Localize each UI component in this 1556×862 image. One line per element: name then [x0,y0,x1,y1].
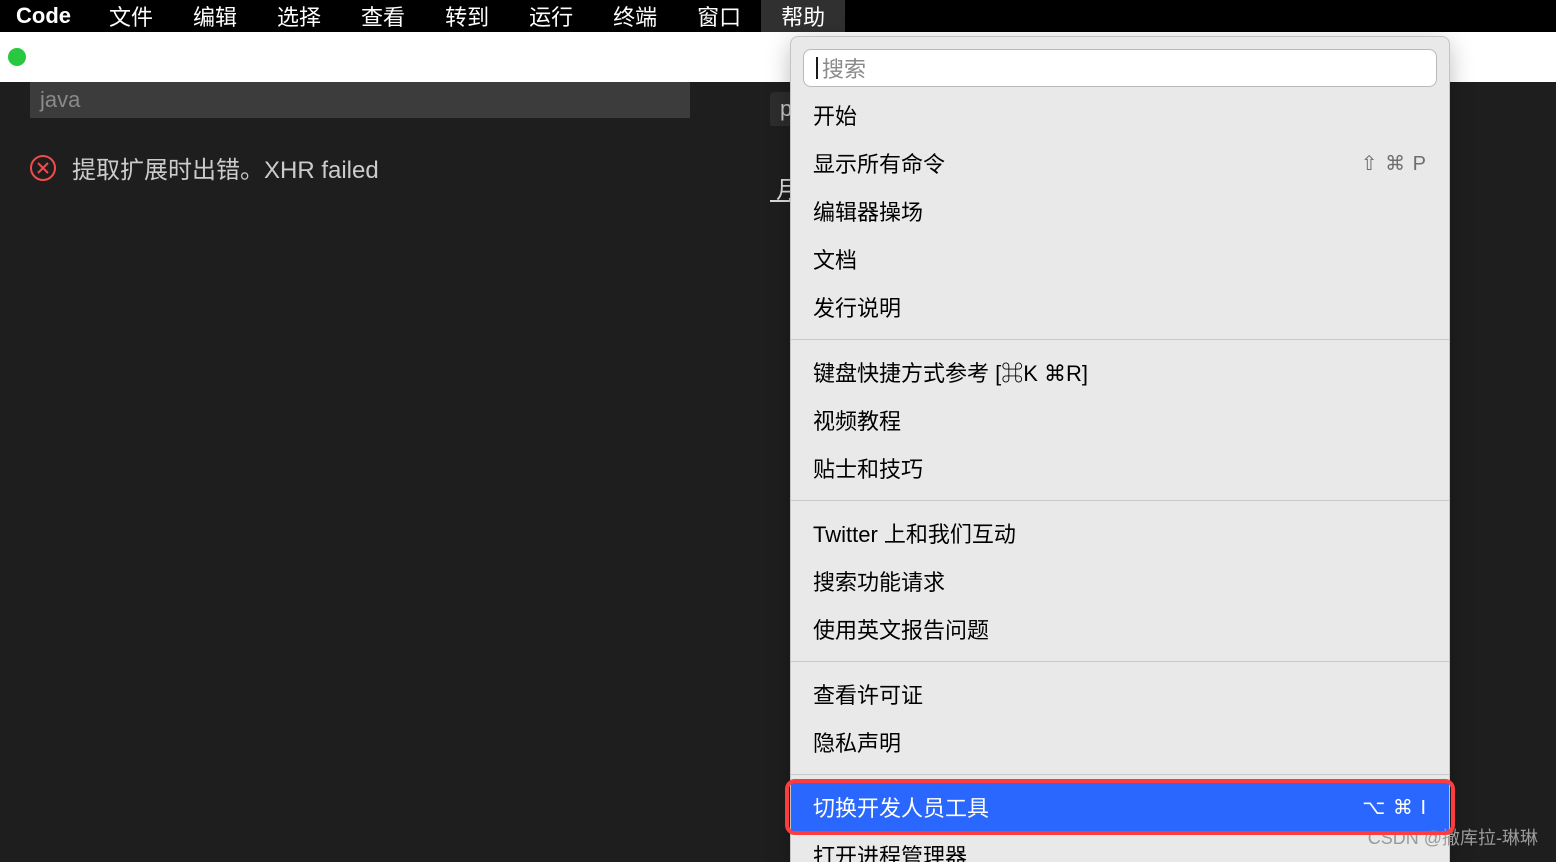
text-cursor [816,57,818,79]
help-menu-item-label: 搜索功能请求 [813,565,945,597]
help-menu-item[interactable]: 视频教程 [791,396,1449,444]
menu-separator [791,339,1449,340]
help-menu-item[interactable]: 开始 [791,91,1449,139]
help-menu-item-label: Twitter 上和我们互动 [813,517,1016,549]
help-menu-item-label: 贴士和技巧 [813,452,923,484]
help-menu-search-input[interactable]: 搜索 [803,49,1437,87]
watermark-text: CSDN @撒库拉-琳琳 [1368,824,1538,850]
error-icon [30,155,56,181]
help-menu-item[interactable]: 显示所有命令 ⇧ ⌘ P [791,139,1449,187]
help-menu-search-placeholder: 搜索 [822,52,866,84]
help-menu-dropdown: 搜索 开始显示所有命令 ⇧ ⌘ P 编辑器操场文档发行说明键盘快捷方式参考 [⌘K … [790,36,1450,862]
window-traffic-green[interactable] [8,48,26,66]
menu-separator [791,661,1449,662]
help-menu-item-label: 键盘快捷方式参考 [⌘K ⌘R] [813,356,1088,388]
error-message-row: 提取扩展时出错。XHR failed [30,150,379,185]
help-menu-item-label: 视频教程 [813,404,901,436]
help-menu-item-label: 查看许可证 [813,678,923,710]
error-message-text: 提取扩展时出错。XHR failed [72,150,379,185]
help-menu-item[interactable]: 隐私声明 [791,718,1449,766]
help-menu-item[interactable]: 键盘快捷方式参考 [⌘K ⌘R] [791,348,1449,396]
help-menu-item-label: 发行说明 [813,291,901,323]
help-menu-item[interactable]: 使用英文报告问题 [791,605,1449,653]
menu-item-6[interactable]: 终端 [593,0,677,36]
help-menu-item-label: 文档 [813,243,857,275]
help-menu-item-shortcut: ⌥ ⌘ I [1362,795,1427,820]
menu-item-7[interactable]: 窗口 [677,0,761,36]
menu-item-2[interactable]: 选择 [257,0,341,36]
help-menu-item[interactable]: Twitter 上和我们互动 [791,509,1449,557]
help-menu-item-label: 编辑器操场 [813,195,923,227]
help-menu-item[interactable]: 编辑器操场 [791,187,1449,235]
menu-item-3[interactable]: 查看 [341,0,425,36]
menu-item-0[interactable]: 文件 [89,0,173,36]
menu-separator [791,500,1449,501]
menu-item-5[interactable]: 运行 [509,0,593,36]
menubar: Code 文件编辑选择查看转到运行终端窗口帮助 [0,0,1556,32]
menu-separator [791,774,1449,775]
help-menu-item[interactable]: 搜索功能请求 [791,557,1449,605]
menu-item-4[interactable]: 转到 [425,0,509,36]
help-menu-item[interactable]: 文档 [791,235,1449,283]
help-menu-item[interactable]: 发行说明 [791,283,1449,331]
menu-item-8[interactable]: 帮助 [761,0,845,36]
app-brand: Code [6,0,89,33]
help-menu-item[interactable]: 贴士和技巧 [791,444,1449,492]
help-menu-item-shortcut: ⇧ ⌘ P [1361,151,1427,176]
help-menu-item-label: 使用英文报告问题 [813,613,989,645]
help-menu-item[interactable]: 切换开发人员工具 ⌥ ⌘ I [791,783,1449,831]
help-menu-item-label: 隐私声明 [813,726,901,758]
help-menu-item-label: 开始 [813,99,857,131]
help-menu-item-label: 打开进程管理器 [813,839,967,862]
help-menu-item[interactable]: 打开进程管理器 [791,831,1449,862]
extensions-search-input[interactable]: java [30,82,690,118]
menu-item-1[interactable]: 编辑 [173,0,257,36]
extensions-search-value: java [40,87,80,113]
help-menu-item-label: 显示所有命令 [813,147,945,179]
help-menu-item-label: 切换开发人员工具 [813,791,989,823]
help-menu-item[interactable]: 查看许可证 [791,670,1449,718]
